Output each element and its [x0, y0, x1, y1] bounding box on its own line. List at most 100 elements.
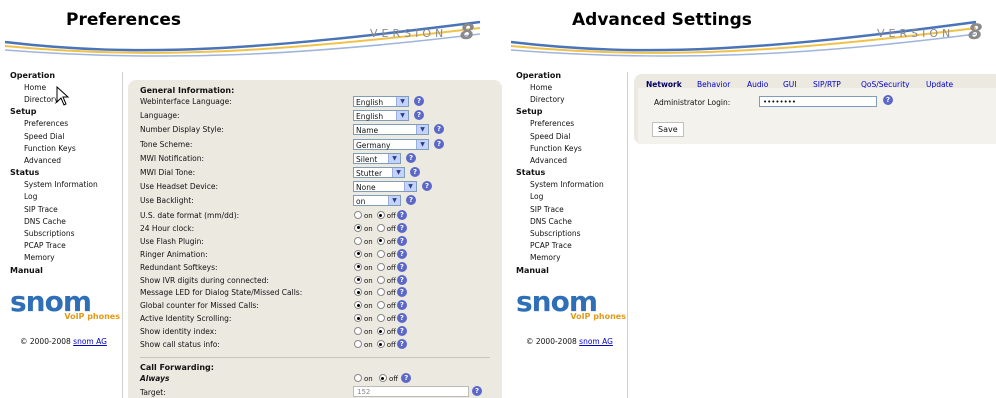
sidebar-item-subscriptions[interactable]: Subscriptions	[0, 228, 118, 240]
radio-on[interactable]	[354, 275, 362, 284]
radio-on[interactable]	[354, 340, 362, 348]
radio-on[interactable]	[354, 262, 362, 271]
sidebar-item-speed-dial[interactable]: Speed Dial	[0, 131, 118, 143]
radio-on[interactable]	[354, 301, 362, 310]
setting-label: Number Display Style:	[140, 125, 224, 135]
sidebar-item-home[interactable]: Home	[506, 82, 624, 94]
help-icon[interactable]: ?	[472, 386, 482, 396]
radio-off[interactable]	[376, 236, 385, 245]
radio-on[interactable]	[354, 236, 362, 245]
sidebar-item-log[interactable]: Log	[506, 191, 624, 203]
sidebar-item-log[interactable]: Log	[0, 191, 118, 203]
select-value: Silent	[356, 154, 378, 164]
help-icon[interactable]: ?	[396, 261, 407, 272]
radio-group: on off?	[354, 261, 407, 273]
sidebar-item-memory[interactable]: Memory	[0, 252, 118, 264]
sidebar-section-manual[interactable]: Manual	[506, 265, 624, 277]
sidebar-section-setup: Setup	[516, 107, 543, 117]
radio-off[interactable]	[376, 327, 385, 336]
setting-select[interactable]: English ▼	[353, 96, 409, 107]
sidebar-section-manual[interactable]: Manual	[0, 265, 118, 277]
sidebar-item-advanced[interactable]: Advanced	[506, 155, 624, 167]
sidebar-item-system-information[interactable]: System Information	[506, 179, 624, 191]
sidebar-section-operation: Operation	[516, 71, 562, 80]
sidebar-item-directory[interactable]: Directory	[506, 94, 624, 106]
sidebar-item-dns-cache[interactable]: DNS Cache	[0, 216, 118, 228]
help-icon[interactable]: ?	[422, 181, 432, 192]
help-icon[interactable]: ?	[434, 138, 444, 149]
always-radio-off[interactable]	[378, 374, 387, 382]
target-input[interactable]: 152	[353, 386, 469, 397]
help-icon[interactable]: ?	[401, 373, 412, 383]
radio-on[interactable]	[354, 288, 362, 297]
setting-select[interactable]: None ▼	[353, 181, 417, 193]
sidebar-item-speed-dial[interactable]: Speed Dial	[506, 131, 624, 143]
radio-on[interactable]	[354, 327, 362, 336]
radio-off[interactable]	[376, 275, 385, 284]
help-icon[interactable]: ?	[396, 300, 407, 311]
help-icon[interactable]: ?	[406, 152, 416, 163]
help-icon[interactable]: ?	[396, 339, 407, 349]
admin-login-input[interactable]: ••••••••	[759, 96, 877, 107]
chevron-down-icon[interactable]: ▼	[404, 182, 416, 192]
radio-off[interactable]	[376, 262, 385, 271]
help-icon[interactable]: ?	[414, 110, 424, 121]
radio-off[interactable]	[376, 249, 385, 258]
radio-off[interactable]	[376, 340, 385, 348]
setting-select[interactable]: on ▼	[353, 195, 401, 207]
radio-off-label: off	[386, 263, 396, 272]
radio-off[interactable]	[376, 288, 385, 297]
setting-select[interactable]: Name ▼	[353, 124, 429, 136]
chevron-down-icon[interactable]: ▼	[388, 196, 400, 206]
sidebar-item-sip-trace[interactable]: SIP Trace	[506, 204, 624, 216]
sidebar-item-preferences[interactable]: Preferences	[506, 118, 624, 130]
sidebar-item-advanced[interactable]: Advanced	[0, 155, 118, 167]
always-radio-on[interactable]	[354, 374, 362, 382]
help-icon[interactable]: ?	[434, 124, 444, 135]
radio-off[interactable]	[376, 211, 385, 219]
setting-select[interactable]: Silent ▼	[353, 152, 401, 164]
chevron-down-icon[interactable]: ▼	[416, 125, 428, 135]
version-number: 8	[460, 20, 475, 44]
help-icon[interactable]: ?	[883, 95, 893, 105]
setting-select[interactable]: English ▼	[353, 110, 409, 122]
sidebar-item-function-keys[interactable]: Function Keys	[506, 143, 624, 155]
save-button[interactable]: Save	[652, 122, 684, 137]
radio-on[interactable]	[354, 314, 362, 323]
sidebar-item-pcap-trace[interactable]: PCAP Trace	[0, 240, 118, 252]
help-icon[interactable]: ?	[396, 235, 407, 246]
help-icon[interactable]: ?	[396, 274, 407, 285]
setting-select[interactable]: Stutter ▼	[353, 167, 405, 178]
radio-off[interactable]	[376, 314, 385, 323]
help-icon[interactable]: ?	[396, 287, 407, 298]
snom-ag-link[interactable]: snom AG	[73, 337, 107, 346]
sidebar-item-sip-trace[interactable]: SIP Trace	[0, 204, 118, 216]
help-icon[interactable]: ?	[396, 326, 407, 337]
sidebar-item-function-keys[interactable]: Function Keys	[0, 143, 118, 155]
chevron-down-icon[interactable]: ▼	[396, 111, 408, 121]
chevron-down-icon[interactable]: ▼	[396, 97, 408, 106]
help-icon[interactable]: ?	[396, 313, 407, 324]
setting-select[interactable]: Germany ▼	[353, 138, 429, 150]
radio-on[interactable]	[354, 249, 362, 258]
chevron-down-icon[interactable]: ▼	[392, 168, 404, 177]
help-icon[interactable]: ?	[406, 195, 416, 206]
help-icon[interactable]: ?	[396, 222, 407, 233]
radio-off[interactable]	[376, 223, 385, 232]
sidebar-item-subscriptions[interactable]: Subscriptions	[506, 228, 624, 240]
chevron-down-icon[interactable]: ▼	[416, 139, 428, 149]
help-icon[interactable]: ?	[410, 167, 420, 177]
radio-on[interactable]	[354, 223, 362, 232]
chevron-down-icon[interactable]: ▼	[388, 153, 400, 163]
radio-off[interactable]	[376, 301, 385, 310]
help-icon[interactable]: ?	[396, 248, 407, 259]
radio-on[interactable]	[354, 211, 362, 219]
sidebar-item-dns-cache[interactable]: DNS Cache	[506, 216, 624, 228]
sidebar-item-system-information[interactable]: System Information	[0, 179, 118, 191]
sidebar-item-preferences[interactable]: Preferences	[0, 118, 118, 130]
snom-ag-link[interactable]: snom AG	[579, 337, 613, 346]
sidebar-item-memory[interactable]: Memory	[506, 252, 624, 264]
sidebar-item-pcap-trace[interactable]: PCAP Trace	[506, 240, 624, 252]
help-icon[interactable]: ?	[414, 96, 424, 106]
help-icon[interactable]: ?	[396, 210, 407, 220]
